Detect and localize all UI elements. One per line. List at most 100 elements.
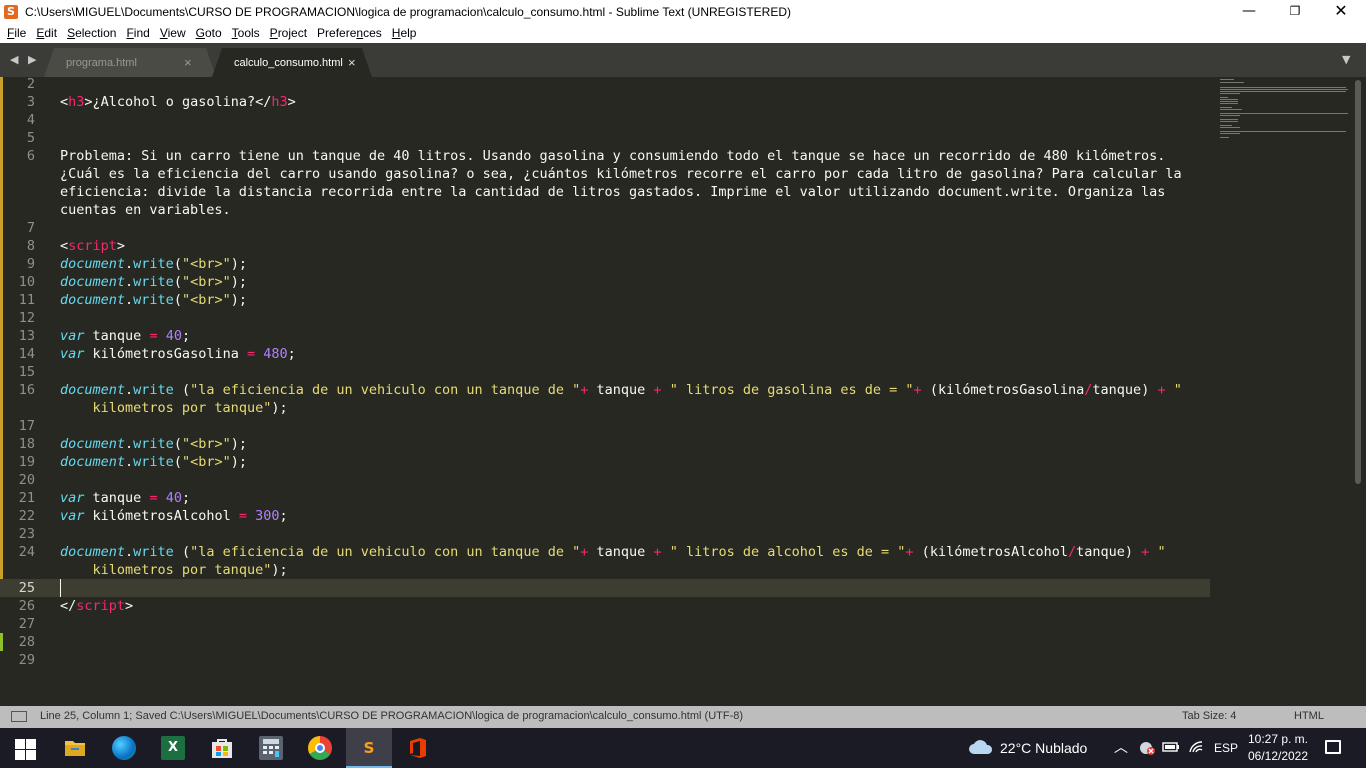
- minimap-line: [1220, 133, 1240, 134]
- start-square: [26, 739, 36, 749]
- file-explorer-icon[interactable]: [63, 736, 87, 760]
- close-button[interactable]: ✕: [1318, 0, 1364, 23]
- tab-label: calculo_consumo.html: [234, 57, 343, 69]
- menu-preferences[interactable]: Preferences: [313, 23, 388, 43]
- windows-start-icon[interactable]: [12, 736, 36, 760]
- minimap-line: [1220, 115, 1240, 116]
- minimap-line: [1220, 107, 1232, 108]
- minimap-line: [1220, 91, 1346, 92]
- line-number: 8: [26, 238, 35, 254]
- line-number: 23: [18, 526, 35, 542]
- line-number: 15: [18, 364, 35, 380]
- menu-goto[interactable]: Goto: [192, 23, 228, 43]
- text-caret: [60, 579, 61, 597]
- menu-find[interactable]: Find: [122, 23, 155, 43]
- minimap-line: [1220, 127, 1240, 128]
- minimize-button[interactable]: —: [1226, 0, 1272, 23]
- menu-bar: File Edit Selection Find View Goto Tools…: [0, 23, 1366, 43]
- windows-taskbar: X S 22°C Nublado ︿ ESP 10:27 p. m. 06/12…: [0, 728, 1366, 768]
- line-number: 13: [18, 328, 35, 344]
- minimap[interactable]: [1218, 77, 1353, 147]
- tab-navigation-arrows-icon[interactable]: ◀ ▶: [10, 53, 39, 66]
- code-line: document.write ("la eficiencia de un veh…: [60, 382, 1182, 398]
- start-square: [15, 739, 25, 749]
- excel-icon[interactable]: X: [161, 736, 185, 760]
- notifications-icon[interactable]: [1325, 740, 1341, 754]
- code-line: document.write("<br>");: [60, 454, 247, 470]
- start-square: [26, 750, 36, 760]
- chrome-icon[interactable]: [308, 736, 332, 760]
- code-line-wrap: cuentas en variables.: [60, 202, 231, 218]
- calculator-icon[interactable]: [259, 736, 283, 760]
- line-number: 4: [26, 112, 35, 128]
- tab-dropdown-icon[interactable]: ▼: [1342, 53, 1350, 66]
- tab-label: programa.html: [66, 57, 137, 69]
- tab-size-selector[interactable]: Tab Size: 4: [1182, 710, 1236, 722]
- sublime-text-icon[interactable]: S: [357, 736, 381, 760]
- minimap-line: [1220, 99, 1238, 100]
- tab-close-icon[interactable]: ×: [184, 48, 192, 78]
- minimap-line: [1220, 101, 1238, 102]
- line-number: 27: [18, 616, 35, 632]
- line-number: 18: [18, 436, 35, 452]
- line-number: 19: [18, 454, 35, 470]
- code-line: <script>: [60, 238, 126, 254]
- menu-help[interactable]: Help: [388, 23, 423, 43]
- clock-date: 06/12/2022: [1247, 749, 1309, 763]
- code-line: var tanque = 40;: [60, 490, 191, 506]
- code-line: document.write("<br>");: [60, 292, 247, 308]
- status-bar: Line 25, Column 1; Saved C:\Users\MIGUEL…: [0, 706, 1366, 728]
- code-line: </script>: [60, 598, 134, 614]
- code-line: <h3>¿Alcohol o gasolina?</h3>: [60, 94, 296, 110]
- taskbar-clock[interactable]: 10:27 p. m. 06/12/2022: [1242, 731, 1314, 765]
- clock-time: 10:27 p. m.: [1247, 732, 1309, 746]
- current-line-highlight: [0, 579, 1210, 597]
- minimap-line: [1220, 87, 1346, 88]
- code-line: var kilómetrosAlcohol = 300;: [60, 508, 288, 524]
- weather-text[interactable]: 22°C Nublado: [1000, 740, 1087, 756]
- code-editor[interactable]: 2 3 4 5 6 7 8 9 10 11 12 13 14 15 16 17 …: [0, 76, 1366, 706]
- vertical-scrollbar[interactable]: [1355, 80, 1361, 484]
- code-line: var kilómetrosGasolina = 480;: [60, 346, 296, 362]
- menu-project[interactable]: Project: [266, 23, 313, 43]
- wifi-icon[interactable]: [1188, 740, 1206, 757]
- office-icon[interactable]: [406, 736, 430, 760]
- minimap-line: [1220, 137, 1229, 138]
- panel-toggle-icon[interactable]: [11, 711, 27, 722]
- code-line-wrap: kilometros por tanque");: [92, 562, 288, 578]
- line-number: 20: [18, 472, 35, 488]
- code-line-wrap: kilometros por tanque");: [92, 400, 288, 416]
- code-line-wrap: eficiencia: divide la distancia recorrid…: [60, 184, 1166, 200]
- line-number: 21: [18, 490, 35, 506]
- tab-calculo-consumo-html[interactable]: calculo_consumo.html ×: [212, 48, 372, 77]
- line-number: 7: [26, 220, 35, 236]
- tab-bar: ◀ ▶ programa.html × calculo_consumo.html…: [0, 43, 1366, 77]
- tab-close-icon[interactable]: ×: [348, 48, 356, 78]
- line-number: 29: [18, 652, 35, 668]
- network-icon[interactable]: [1138, 739, 1156, 758]
- line-number: 5: [26, 130, 35, 146]
- weather-cloud-icon[interactable]: [968, 739, 994, 755]
- tray-chevron-icon[interactable]: ︿: [1114, 737, 1128, 757]
- tab-programa-html[interactable]: programa.html ×: [44, 48, 216, 77]
- battery-icon[interactable]: [1162, 740, 1180, 757]
- minimap-line: [1220, 82, 1244, 83]
- title-bar: S C:\Users\MIGUEL\Documents\CURSO DE PRO…: [0, 0, 1366, 23]
- menu-file[interactable]: File: [3, 23, 32, 43]
- status-message: Line 25, Column 1; Saved C:\Users\MIGUEL…: [40, 710, 744, 722]
- language-indicator[interactable]: ESP: [1214, 741, 1238, 755]
- syntax-selector[interactable]: HTML: [1294, 710, 1324, 722]
- microsoft-store-icon[interactable]: [210, 736, 234, 760]
- menu-selection[interactable]: Selection: [63, 23, 122, 43]
- line-number: 28: [18, 634, 35, 650]
- code-line: document.write("<br>");: [60, 274, 247, 290]
- menu-tools[interactable]: Tools: [228, 23, 266, 43]
- maximize-button[interactable]: ❐: [1272, 0, 1318, 23]
- minimap-line: [1220, 113, 1348, 114]
- menu-view[interactable]: View: [156, 23, 192, 43]
- line-number: 6: [26, 148, 35, 164]
- edge-browser-icon[interactable]: [112, 736, 136, 760]
- menu-edit[interactable]: Edit: [32, 23, 63, 43]
- line-number: 16: [18, 382, 35, 398]
- line-number: 11: [18, 292, 35, 308]
